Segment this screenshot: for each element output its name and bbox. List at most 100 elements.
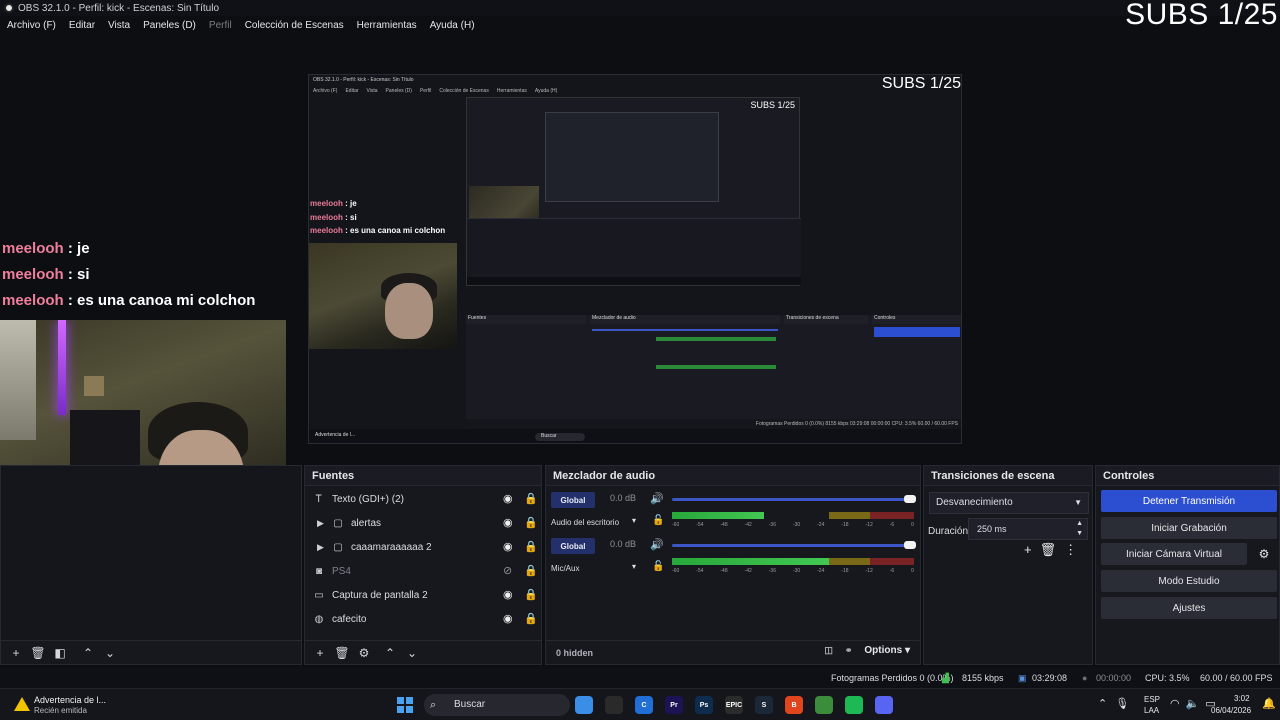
remove-source-icon[interactable]: 🗑 [333,644,351,662]
menu-editar[interactable]: Editar [69,20,95,31]
chevron-down-icon[interactable]: ▾ [632,516,636,525]
meter-level [672,558,830,565]
mixer-link-icon[interactable]: ⚭ [845,645,853,656]
chrome-icon[interactable] [815,696,833,714]
channel-name: Audio del escritorio [551,518,620,527]
brave-icon[interactable]: B [785,696,803,714]
taskbar-search[interactable]: ⌕ Buscar [424,694,570,716]
chevron-up-icon[interactable]: ⌃ [1098,697,1107,710]
wifi-icon[interactable]: ◠ [1170,697,1180,710]
source-item[interactable]: ◍ cafecito ◉ 🔒 [305,607,541,631]
scene-filters-icon[interactable]: ◧ [51,644,69,662]
windows-start-icon[interactable] [397,697,413,713]
settings-button[interactable]: Ajustes [1101,597,1277,619]
speaker-icon[interactable]: 🔊 [650,538,664,551]
discord-icon[interactable] [875,696,893,714]
move-down-icon[interactable]: ⌄ [101,644,119,662]
eye-icon[interactable]: ◉ [503,516,513,529]
meter-scale: -60 -54 -48 -42 -36 -30 -24 -18 -12 -6 0 [672,522,914,528]
global-badge[interactable]: Global [551,492,595,508]
slider-knob[interactable] [904,541,916,549]
bitrate: 8155 kbps [962,673,1004,683]
notification-bell-icon[interactable]: 🔔 [1262,697,1276,710]
volume-slider[interactable] [672,541,916,549]
menu-herramientas[interactable]: Herramientas [357,20,417,31]
epic-games-icon[interactable]: EPIC [725,696,743,714]
add-source-icon[interactable]: + [311,644,329,662]
channel-lock-icon[interactable]: 🔓 [652,515,664,526]
lock-icon[interactable]: 🔒 [524,540,538,553]
spinner-icon[interactable]: ▲ ▼ [1076,519,1083,539]
menu-ayuda[interactable]: Ayuda (H) [430,20,475,31]
source-item[interactable]: Ꭲ Texto (GDI+) (2) ◉ 🔒 [305,487,541,511]
browser-c-icon[interactable]: C [635,696,653,714]
source-item[interactable]: ▭ Captura de pantalla 2 ◉ 🔒 [305,583,541,607]
eye-icon[interactable]: ◉ [503,588,513,601]
clock-time[interactable]: 3:02 [1234,694,1250,703]
eye-icon[interactable]: ◉ [503,492,513,505]
inner-docks: Fuentes Mezclador de audio Transiciones … [466,315,961,419]
menu-paneles[interactable]: Paneles (D) [143,20,196,31]
speaker-icon[interactable]: 🔊 [650,492,664,505]
eye-hidden-icon[interactable]: ⊘ [503,564,512,577]
source-item[interactable]: ▶ ▢ alertas ◉ 🔒 [305,511,541,535]
warning-title[interactable]: Advertencia de l... [34,695,106,705]
warning-icon[interactable] [14,697,30,711]
menu-vista[interactable]: Vista [108,20,130,31]
transition-select[interactable]: Desvanecimiento ▼ [929,492,1089,514]
stop-stream-button[interactable]: Detener Transmisión [1101,490,1277,512]
menu-coleccion-escenas[interactable]: Colección de Escenas [245,20,344,31]
eye-icon[interactable]: ◉ [503,612,513,625]
premiere-icon[interactable]: Pr [665,696,683,714]
start-recording-button[interactable]: Iniciar Grabación [1101,517,1277,539]
inner-chat-line: meelooh : je [310,199,357,208]
expand-chevron-icon[interactable]: ▶ [317,518,327,529]
source-properties-icon[interactable]: ⚙ [355,644,373,662]
lock-icon[interactable]: 🔒 [524,564,538,577]
duration-input[interactable]: 250 ms ▲ ▼ [968,518,1088,540]
studio-mode-button[interactable]: Modo Estudio [1101,570,1277,592]
lock-icon[interactable]: 🔒 [524,516,538,529]
clock-date[interactable]: 06/04/2026 [1211,706,1251,715]
microphone-icon[interactable]: 🎙 [1115,697,1129,710]
expand-chevron-icon[interactable]: ▶ [317,542,327,553]
slider-knob[interactable] [904,495,916,503]
nested-subs-overlay: SUBS 1/25 [750,100,795,110]
mixer-options-button[interactable]: Options ▾ [864,645,910,656]
move-down-icon[interactable]: ⌄ [403,644,421,662]
meter-scale: -60 -54 -48 -42 -36 -30 -24 -18 -12 -6 0 [672,568,914,574]
add-transition-icon[interactable]: + [1024,542,1032,558]
folder-icon: ▢ [333,517,343,529]
volume-slider[interactable] [672,495,916,503]
lock-icon[interactable]: 🔒 [524,492,538,505]
source-item[interactable]: ▶ ▢ caaamaraaaaaa 2 ◉ 🔒 [305,535,541,559]
keyboard-layout[interactable]: LAA [1144,706,1159,715]
global-badge[interactable]: Global [551,538,595,554]
photoshop-icon[interactable]: Ps [695,696,713,714]
menu-archivo[interactable]: Archivo (F) [7,20,56,31]
move-up-icon[interactable]: ⌃ [79,644,97,662]
remove-scene-icon[interactable]: 🗑 [29,644,47,662]
lock-icon[interactable]: 🔒 [524,588,538,601]
start-virtual-camera-button[interactable]: Iniciar Cámara Virtual [1101,543,1247,565]
add-scene-icon[interactable]: + [7,644,25,662]
mixer-layout-icon[interactable]: ◫ [824,645,833,656]
eye-icon[interactable]: ◉ [503,540,513,553]
remove-transition-icon[interactable]: 🗑 [1040,542,1057,558]
steam-icon[interactable]: S [755,696,773,714]
channel-lock-icon[interactable]: 🔓 [652,561,664,572]
move-up-icon[interactable]: ⌃ [381,644,399,662]
more-options-icon[interactable]: ⋮ [1064,542,1077,558]
chat-line: meelooh : si [2,266,90,283]
chevron-down-icon[interactable]: ▾ [632,562,636,571]
file-explorer-icon[interactable] [575,696,593,714]
language-code[interactable]: ESP [1144,695,1160,704]
obs-icon[interactable] [605,696,623,714]
tray-icons-right: ◠ 🔈 ▭ [1170,697,1216,710]
volume-icon[interactable]: 🔈 [1186,697,1200,710]
lock-icon[interactable]: 🔒 [524,612,538,625]
spotify-icon[interactable] [845,696,863,714]
meter-red-zone [870,512,914,519]
source-item[interactable]: ◙ PS4 ⊘ 🔒 [305,559,541,583]
gear-icon[interactable]: ⚙ [1252,543,1276,565]
